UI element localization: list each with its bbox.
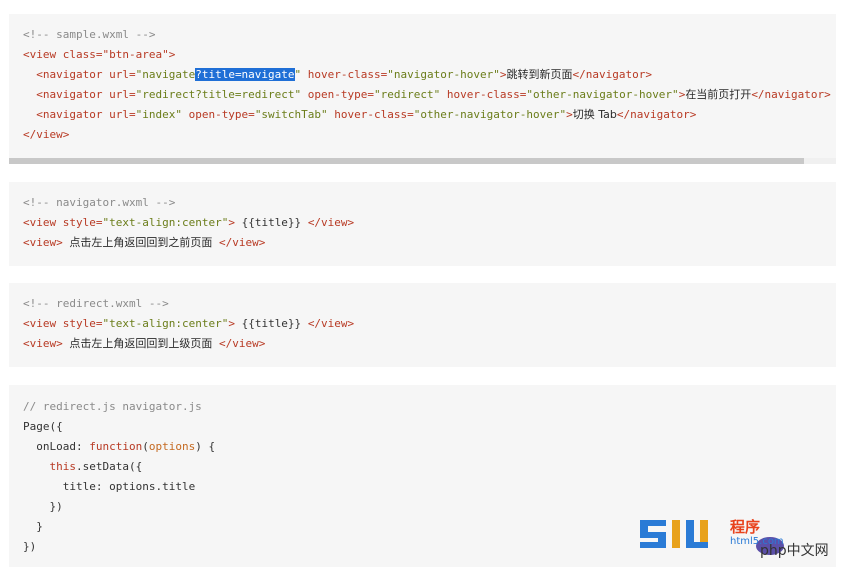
code-line: }	[23, 520, 43, 533]
php-cn-watermark-logo: 程序 html5.com php中文网	[640, 514, 840, 562]
code-block-sample-wxml: <!-- sample.wxml --> <view class="btn-ar…	[9, 14, 836, 158]
watermark-cn: 程序	[730, 518, 761, 536]
code-content: <!-- navigator.wxml --> <view style="tex…	[23, 196, 355, 249]
code-line: title: options.title	[23, 480, 196, 493]
code-line-prefix: <navigator url="navigate	[23, 68, 196, 81]
code-line: Page({	[23, 420, 63, 433]
selected-text[interactable]: ?title=navigate	[195, 68, 295, 81]
code-line: })	[23, 540, 37, 553]
watermark-brand: php中文网	[760, 543, 829, 559]
code-content: <!-- sample.wxml --> <view class="btn-ar…	[23, 28, 831, 141]
code-line: <!-- navigator.wxml -->	[23, 196, 176, 209]
code-line: </view>	[23, 128, 70, 141]
code-block-navigator-wxml: <!-- navigator.wxml --> <view style="tex…	[9, 182, 836, 266]
code-line: <!-- sample.wxml -->	[23, 28, 156, 41]
code-content: <!-- redirect.wxml --> <view style="text…	[23, 297, 355, 350]
code-line: // redirect.js navigator.js	[23, 400, 202, 413]
code-line: <!-- redirect.wxml -->	[23, 297, 169, 310]
scrollbar-thumb[interactable]	[9, 158, 804, 164]
code-content: // redirect.js navigator.js Page({ onLoa…	[23, 400, 216, 553]
code-line: <view class="btn-area">	[23, 48, 176, 61]
code-line: })	[23, 500, 63, 513]
code-block-redirect-wxml: <!-- redirect.wxml --> <view style="text…	[9, 283, 836, 367]
